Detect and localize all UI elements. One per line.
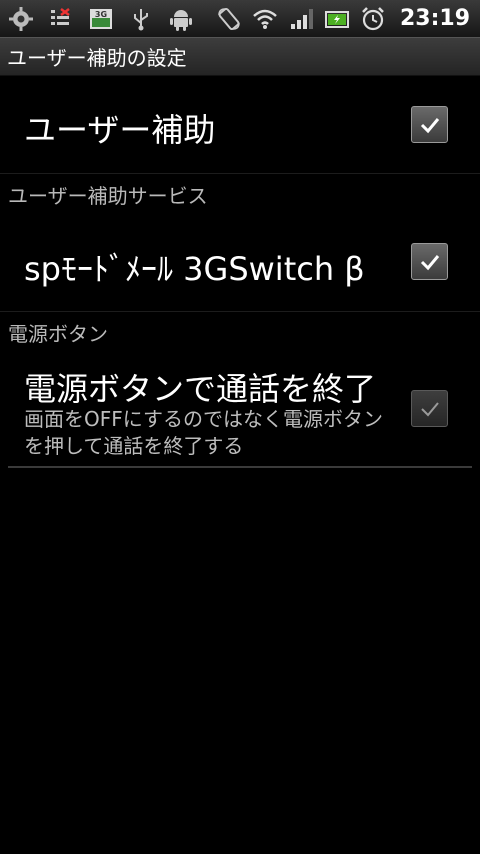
checkmark-icon xyxy=(420,117,439,133)
svg-text:3G: 3G xyxy=(95,10,107,19)
rotate-icon xyxy=(216,6,242,32)
title-bar: ユーザー補助の設定 xyxy=(0,38,480,76)
accessibility-toggle-row[interactable]: ユーザー補助 xyxy=(0,77,480,174)
list-divider xyxy=(8,466,472,468)
checkmark-icon xyxy=(420,401,439,416)
signal-alert-icon xyxy=(48,6,74,32)
battery-icon xyxy=(324,6,350,32)
accessibility-checkbox[interactable] xyxy=(411,106,448,143)
alarm-clock-icon xyxy=(360,6,386,32)
3g-data-icon: 3G xyxy=(88,6,114,32)
category-power-button: 電源ボタン xyxy=(8,322,108,346)
accessibility-title: ユーザー補助 xyxy=(24,111,216,149)
category-accessibility-services: ユーザー補助サービス xyxy=(8,184,208,208)
android-debug-icon xyxy=(168,6,194,32)
service-checkbox[interactable] xyxy=(411,243,448,280)
power-item-summary: 画面をOFFにするのではなく電源ボタンを押して通話を終了する xyxy=(24,407,383,458)
page-title: ユーザー補助の設定 xyxy=(7,46,187,70)
service-spmode-mail-row[interactable]: spﾓｰﾄﾞﾒｰﾙ 3GSwitch β xyxy=(0,212,480,312)
power-item-title: 電源ボタンで通話を終了 xyxy=(24,370,377,408)
status-clock: 23:19 xyxy=(399,6,470,31)
power-button-ends-call-row[interactable]: 電源ボタンで通話を終了 画面をOFFにするのではなく電源ボタンを押して通話を終了… xyxy=(0,350,480,466)
settings-gear-icon xyxy=(8,6,34,32)
cell-signal-icon xyxy=(288,6,314,32)
status-bar: 3G 23:19 xyxy=(0,0,480,38)
power-item-checkbox[interactable] xyxy=(411,390,448,427)
usb-icon xyxy=(128,6,154,32)
wifi-icon xyxy=(252,6,278,32)
service-title: spﾓｰﾄﾞﾒｰﾙ 3GSwitch β xyxy=(24,250,365,288)
checkmark-icon xyxy=(420,254,439,270)
